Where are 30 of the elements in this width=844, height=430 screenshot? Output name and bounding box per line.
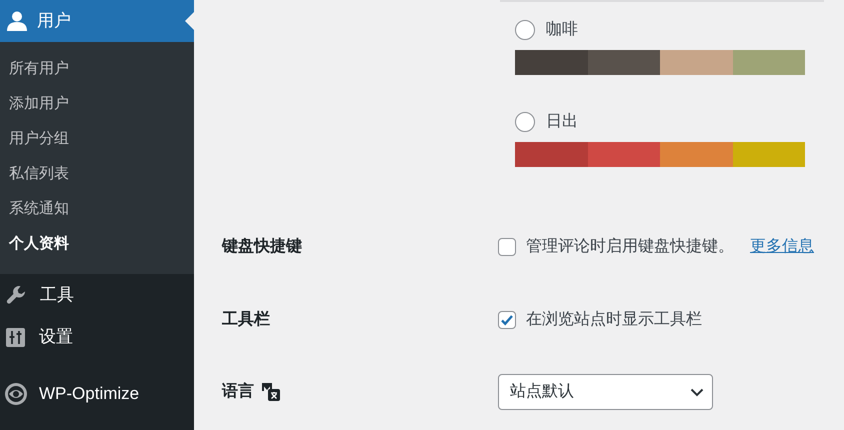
eye-icon	[4, 382, 28, 406]
radio-button[interactable]	[515, 20, 535, 40]
submenu-item[interactable]: 私信列表	[9, 163, 69, 186]
setting-label: 语言	[222, 381, 254, 402]
checkbox-label: 在浏览站点时显示工具栏	[526, 310, 702, 330]
checkbox[interactable]	[498, 238, 516, 256]
submenu-item[interactable]: 用户分组	[9, 128, 69, 151]
menu-item[interactable]: 设置	[0, 316, 194, 358]
setting-label: 键盘快捷键	[222, 236, 302, 257]
wrench-icon	[6, 285, 26, 305]
radio-button[interactable]	[515, 112, 535, 132]
setting-label: 工具栏	[222, 310, 270, 330]
checkbox[interactable]	[498, 311, 516, 329]
more-info-link[interactable]: 更多信息	[750, 235, 814, 259]
menu-item[interactable]: WP-Optimize	[0, 373, 194, 415]
translate-icon	[261, 382, 281, 402]
menu-item[interactable]: 用户	[0, 0, 194, 42]
scheme-label: 咖啡	[546, 20, 578, 40]
checkbox-label: 管理评论时启用键盘快捷键。	[526, 236, 734, 257]
language-select[interactable]: 站点默认	[498, 374, 713, 410]
submenu-item[interactable]: 添加用户	[9, 93, 69, 116]
submenu-item[interactable]: 所有用户	[9, 58, 69, 81]
chevron-down-icon	[690, 388, 704, 396]
submenu-item[interactable]: 个人资料	[9, 233, 69, 256]
menu-item[interactable]: 工具	[0, 274, 194, 316]
submenu-item[interactable]: 系统通知	[9, 198, 69, 221]
user-icon	[6, 11, 28, 31]
scheme-label: 日出	[546, 112, 578, 132]
current-pointer	[185, 12, 194, 30]
sliders-icon	[6, 328, 25, 346]
